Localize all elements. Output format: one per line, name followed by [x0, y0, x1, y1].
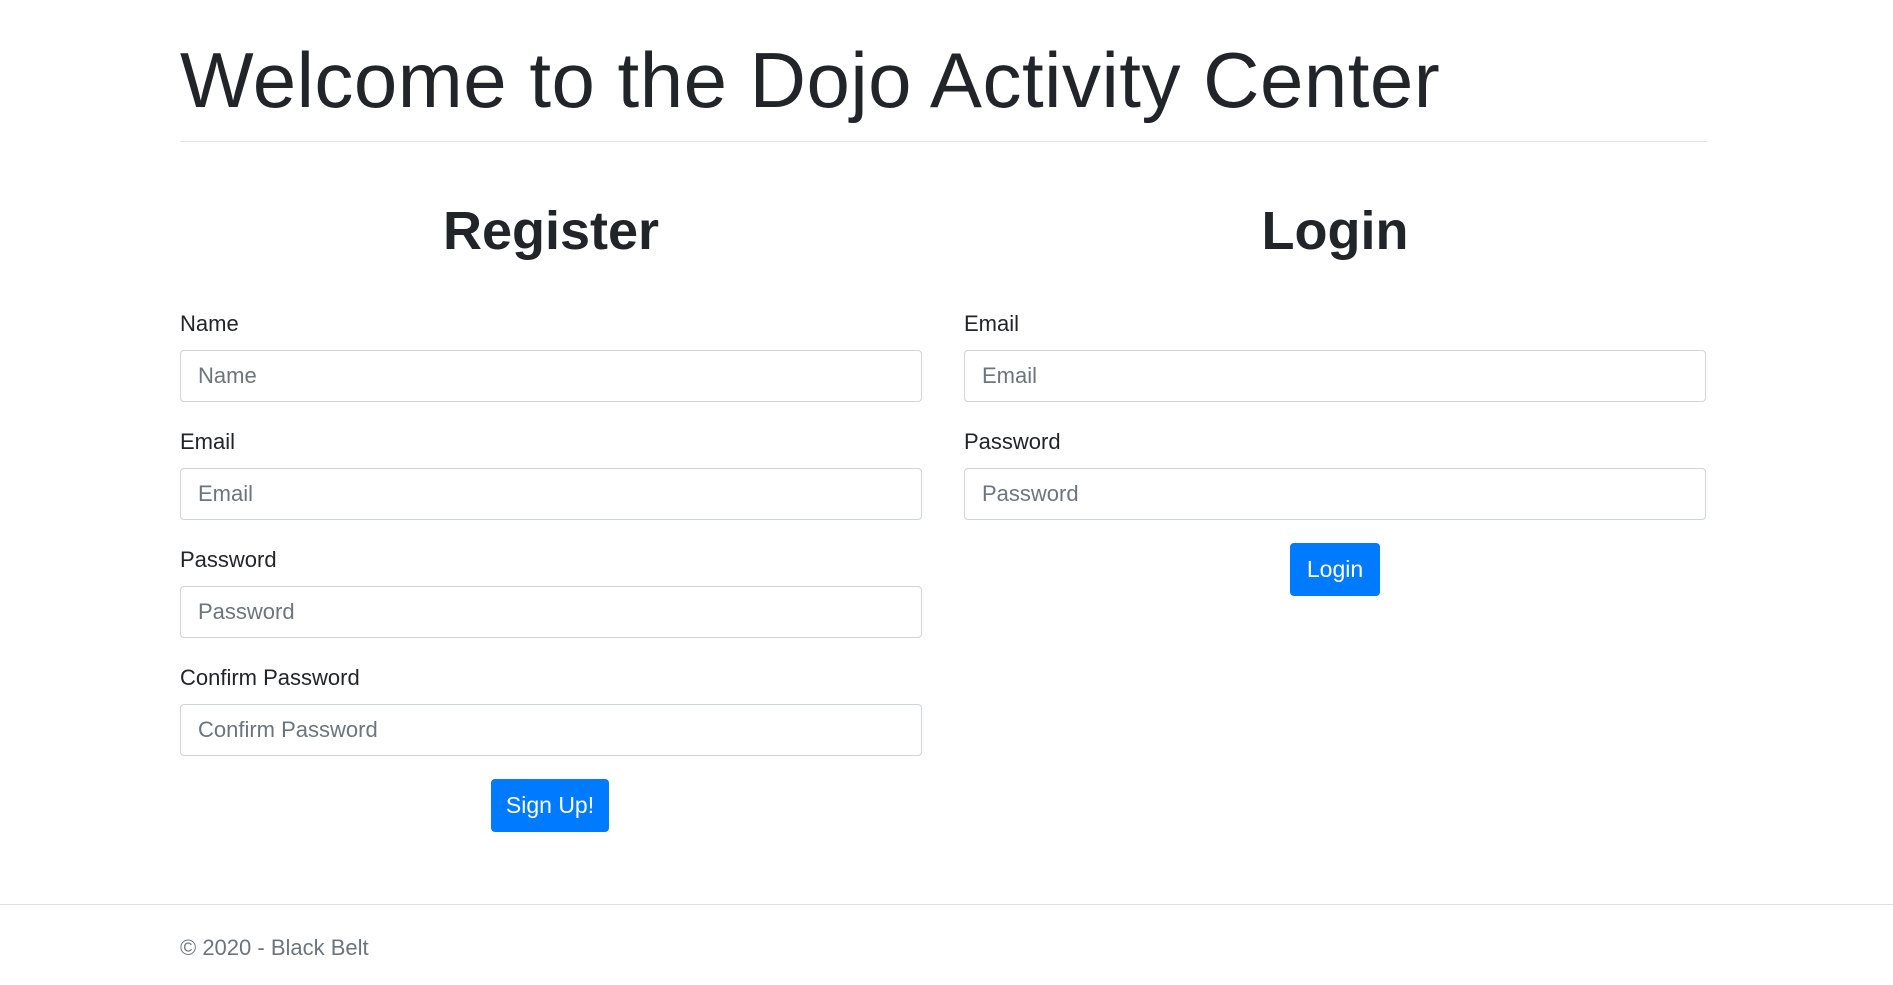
register-password-label: Password [180, 547, 277, 572]
register-name-label: Name [180, 311, 239, 336]
login-email-input[interactable] [964, 350, 1706, 402]
register-email-input[interactable] [180, 468, 922, 520]
sign-up-button[interactable]: Sign Up! [491, 779, 609, 832]
register-confirm-password-input[interactable] [180, 704, 922, 756]
title-divider [180, 141, 1707, 142]
register-name-input[interactable] [180, 350, 922, 402]
page-title: Welcome to the Dojo Activity Center [180, 36, 1441, 124]
register-email-label: Email [180, 429, 236, 454]
login-button[interactable]: Login [1290, 543, 1380, 596]
login-email-label: Email [964, 311, 1020, 336]
register-confirm-password-label: Confirm Password [180, 665, 360, 690]
login-password-input[interactable] [964, 468, 1706, 520]
page: Welcome to the Dojo Activity Center Regi… [0, 0, 1893, 985]
register-password-input[interactable] [180, 586, 922, 638]
login-password-label: Password [964, 429, 1061, 454]
footer-copyright: © 2020 - Black Belt [180, 935, 369, 960]
footer-divider [0, 904, 1893, 905]
register-heading: Register [442, 201, 660, 261]
login-heading: Login [1261, 201, 1409, 261]
